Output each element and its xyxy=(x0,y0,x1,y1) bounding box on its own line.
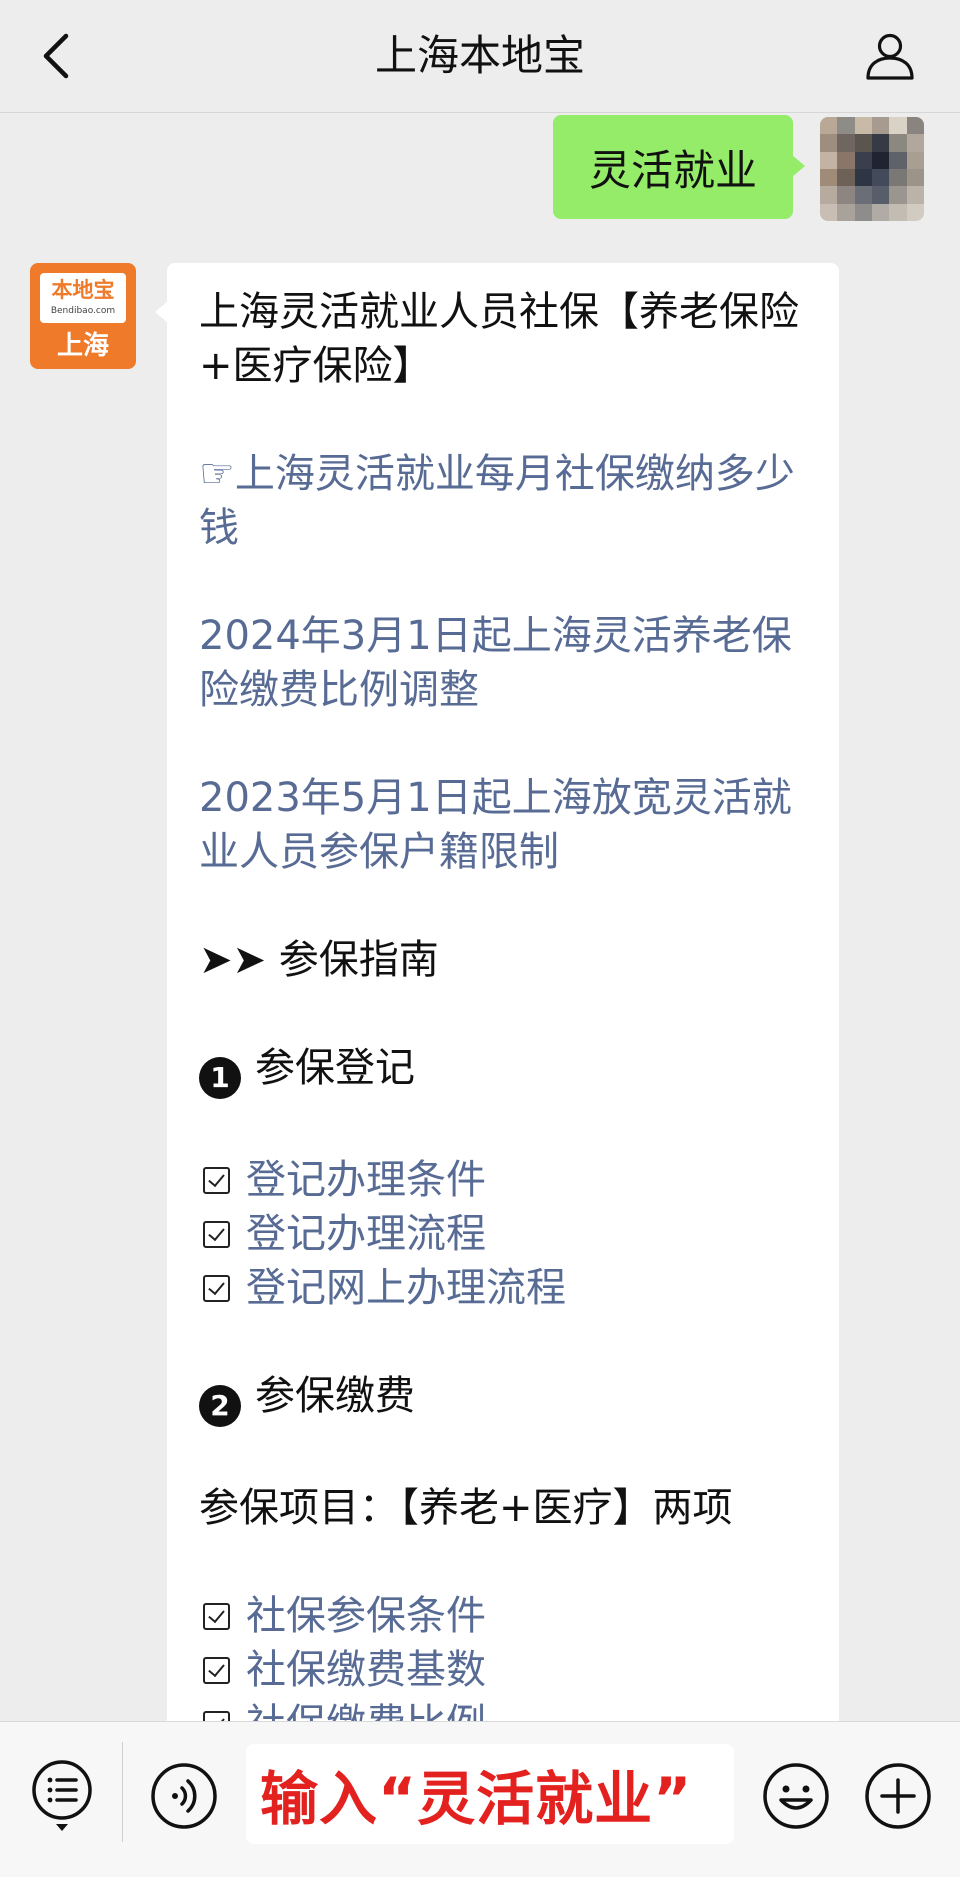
link-insurance-conditions[interactable]: 社保参保条件 xyxy=(246,1589,486,1643)
guide-heading: ➤➤ 参保指南 xyxy=(199,937,439,983)
link-register-conditions[interactable]: 登记办理条件 xyxy=(246,1153,486,1207)
checkbox-icon xyxy=(203,1656,230,1684)
bot-message-bubble: 上海灵活就业人员社保【养老保险+医疗保险】 ☞上海灵活就业每月社保缴纳多少钱 2… xyxy=(155,263,839,1721)
insurance-projects: 参保项目：【养老+医疗】两项 xyxy=(199,1485,733,1531)
user-message-text: 灵活就业 xyxy=(588,145,757,195)
section-1-title: 参保登记 xyxy=(255,1045,415,1091)
person-icon[interactable] xyxy=(864,30,916,82)
list-item[interactable]: 社保参保条件 xyxy=(199,1589,809,1643)
checkbox-icon xyxy=(203,1602,230,1630)
bot-avatar[interactable]: 本地宝 Bendibao.com 上海 xyxy=(30,263,136,369)
chat-area[interactable]: 灵活就业 本地宝 Bendibao.com 上海 上海灵活就业人员社保【养老保险… xyxy=(0,113,960,1721)
link-register-process[interactable]: 登记办理流程 xyxy=(246,1207,486,1261)
plus-icon[interactable] xyxy=(864,1762,932,1830)
list-item[interactable]: 登记办理流程 xyxy=(199,1207,809,1261)
checkbox-icon xyxy=(203,1274,230,1302)
link-2023-hukou-relax[interactable]: 2023年5月1日起上海放宽灵活就业人员参保户籍限制 xyxy=(199,771,809,879)
list-item[interactable]: 社保缴费基数 xyxy=(199,1643,809,1697)
checkbox-icon xyxy=(203,1166,230,1194)
logo-city: 上海 xyxy=(56,331,109,361)
emoji-icon[interactable] xyxy=(762,1762,830,1830)
link-2024-rate-change[interactable]: 2024年3月1日起上海灵活养老保险缴费比例调整 xyxy=(199,609,809,717)
list-item[interactable]: 登记办理条件 xyxy=(199,1153,809,1207)
user-avatar[interactable] xyxy=(820,117,924,221)
list-item[interactable]: 社保缴费比例 xyxy=(199,1697,809,1721)
menu-list-icon[interactable] xyxy=(30,1758,94,1834)
divider xyxy=(122,1742,123,1842)
user-message-bubble[interactable]: 灵活就业 xyxy=(553,115,805,219)
bottom-input-bar: 输入“灵活就业” xyxy=(0,1721,960,1877)
number-one-icon: 1 xyxy=(199,1057,241,1099)
bendibao-logo: 本地宝 Bendibao.com xyxy=(40,273,126,323)
voice-icon[interactable] xyxy=(150,1762,218,1830)
logo-name-en: Bendibao.com xyxy=(50,306,116,316)
section-1-heading: 1 参保登记 xyxy=(199,1041,809,1099)
message-input[interactable]: 输入“灵活就业” xyxy=(246,1744,734,1844)
list-item[interactable]: 登记网上办理流程 xyxy=(199,1261,809,1315)
checkbox-icon xyxy=(203,1220,230,1248)
section-2-title: 参保缴费 xyxy=(255,1373,415,1419)
logo-name-cn: 本地宝 xyxy=(51,278,115,302)
link-payment-ratio[interactable]: 社保缴费比例 xyxy=(246,1697,486,1721)
section-2-heading: 2 参保缴费 xyxy=(199,1369,809,1427)
page-title: 上海本地宝 xyxy=(374,31,585,80)
link-monthly-cost[interactable]: ☞上海灵活就业每月社保缴纳多少钱 xyxy=(199,447,809,555)
link-payment-base[interactable]: 社保缴费基数 xyxy=(246,1643,486,1697)
message-title: 上海灵活就业人员社保【养老保险+医疗保险】 xyxy=(199,289,799,389)
nav-header: 上海本地宝 xyxy=(0,0,960,113)
link-online-register-process[interactable]: 登记网上办理流程 xyxy=(246,1261,566,1315)
number-two-icon: 2 xyxy=(199,1385,241,1427)
checkbox-icon xyxy=(203,1710,230,1721)
